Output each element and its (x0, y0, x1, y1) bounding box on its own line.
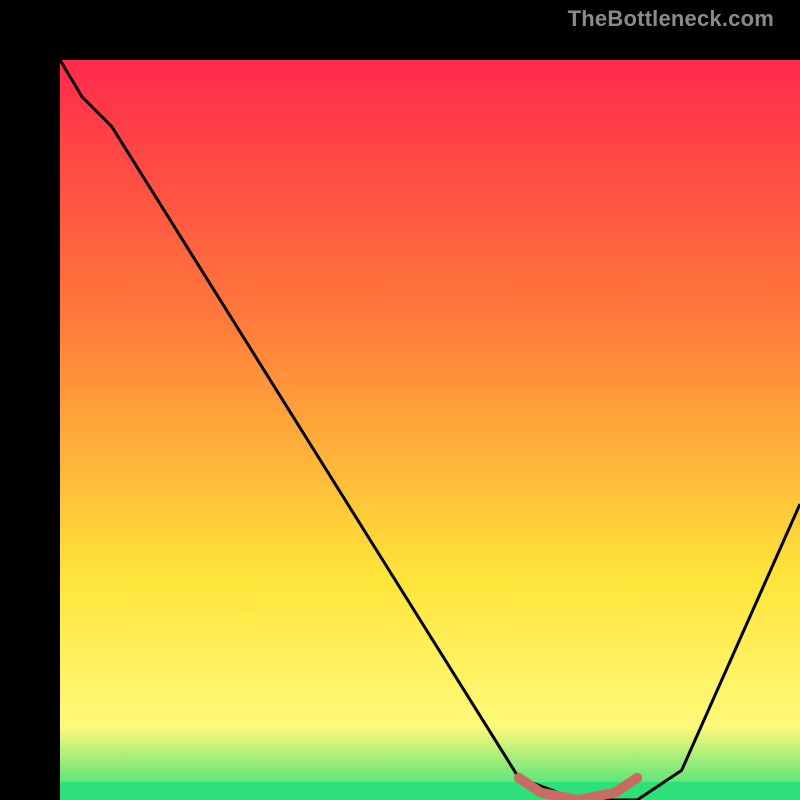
watermark-text: TheBottleneck.com (568, 6, 774, 32)
gradient-background (60, 60, 800, 800)
plot-frame (30, 30, 770, 770)
green-band (60, 782, 800, 800)
chart-svg (60, 60, 800, 800)
